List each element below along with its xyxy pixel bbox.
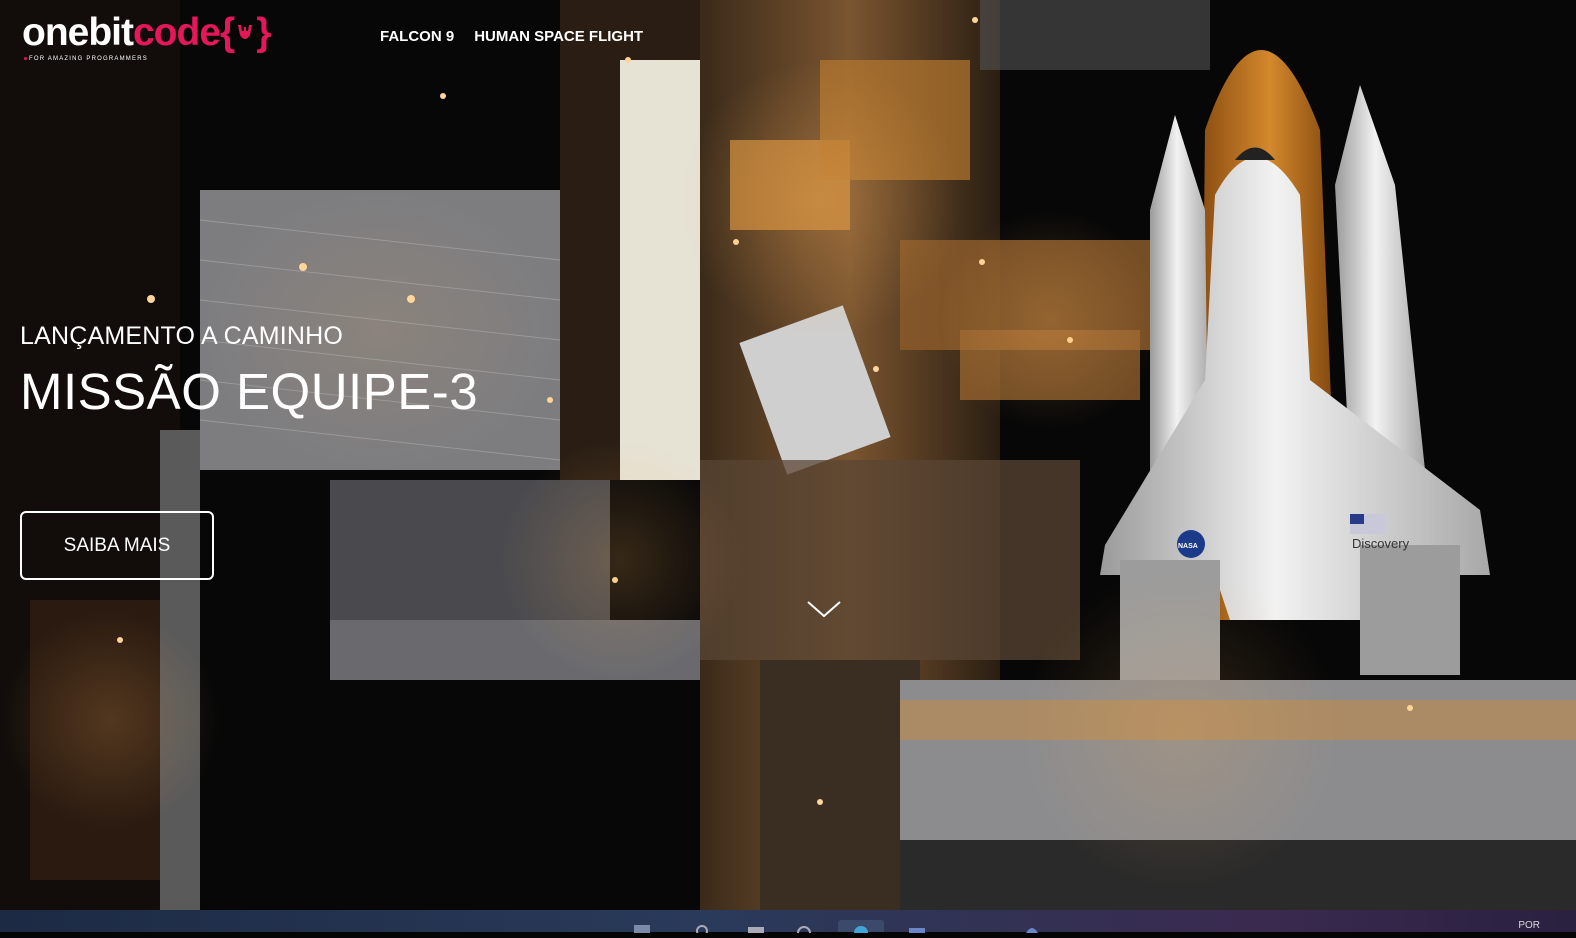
taskbar-app-icon[interactable] <box>628 920 658 933</box>
brand-tagline: FOR AMAZING PROGRAMMERS <box>24 56 148 62</box>
taskbar-active-app-icon[interactable] <box>838 920 884 938</box>
hero-background: Discovery NASA <box>0 0 1576 910</box>
scroll-down-icon[interactable] <box>806 598 842 625</box>
brand-brace-close: } <box>256 11 271 54</box>
taskbar-language-indicator[interactable]: POR <box>1518 920 1540 931</box>
main-nav: FALCON 9 HUMAN SPACE FLIGHT <box>380 28 643 45</box>
brand-logo[interactable]: onebitcode{} FOR AMAZING PROGRAMMERS <box>22 10 322 66</box>
taskbar-tray-icon[interactable] <box>1020 920 1044 933</box>
brand-wordmark: onebitcode{} <box>22 10 271 56</box>
launch-pad-image: Discovery NASA <box>0 0 1576 910</box>
hero-subtitle: LANÇAMENTO A CAMINHO <box>20 322 344 350</box>
taskbar-window-icon[interactable] <box>744 920 768 933</box>
brand-brace-open: { <box>220 11 235 54</box>
nasa-badge: NASA <box>1178 543 1198 550</box>
taskbar-search-icon[interactable] <box>690 920 714 937</box>
brand-name-part2: code <box>132 11 221 54</box>
rock-hand-icon <box>234 11 256 54</box>
nav-link-falcon-9[interactable]: FALCON 9 <box>380 28 454 45</box>
learn-more-button[interactable]: SAIBA MAIS <box>20 511 214 580</box>
taskbar-circle-icon[interactable] <box>792 920 816 938</box>
brand-name-part1: onebit <box>22 11 134 54</box>
orbiter-name: Discovery <box>1352 536 1410 551</box>
site-header: onebitcode{} FOR AMAZING PROGRAMMERS FAL… <box>0 0 1576 70</box>
hero-title: MISSÃO EQUIPE-3 <box>20 363 479 420</box>
os-taskbar: POR <box>0 910 1576 938</box>
taskbar-grid-icon[interactable] <box>905 920 929 933</box>
nav-link-human-space-flight[interactable]: HUMAN SPACE FLIGHT <box>474 28 643 45</box>
